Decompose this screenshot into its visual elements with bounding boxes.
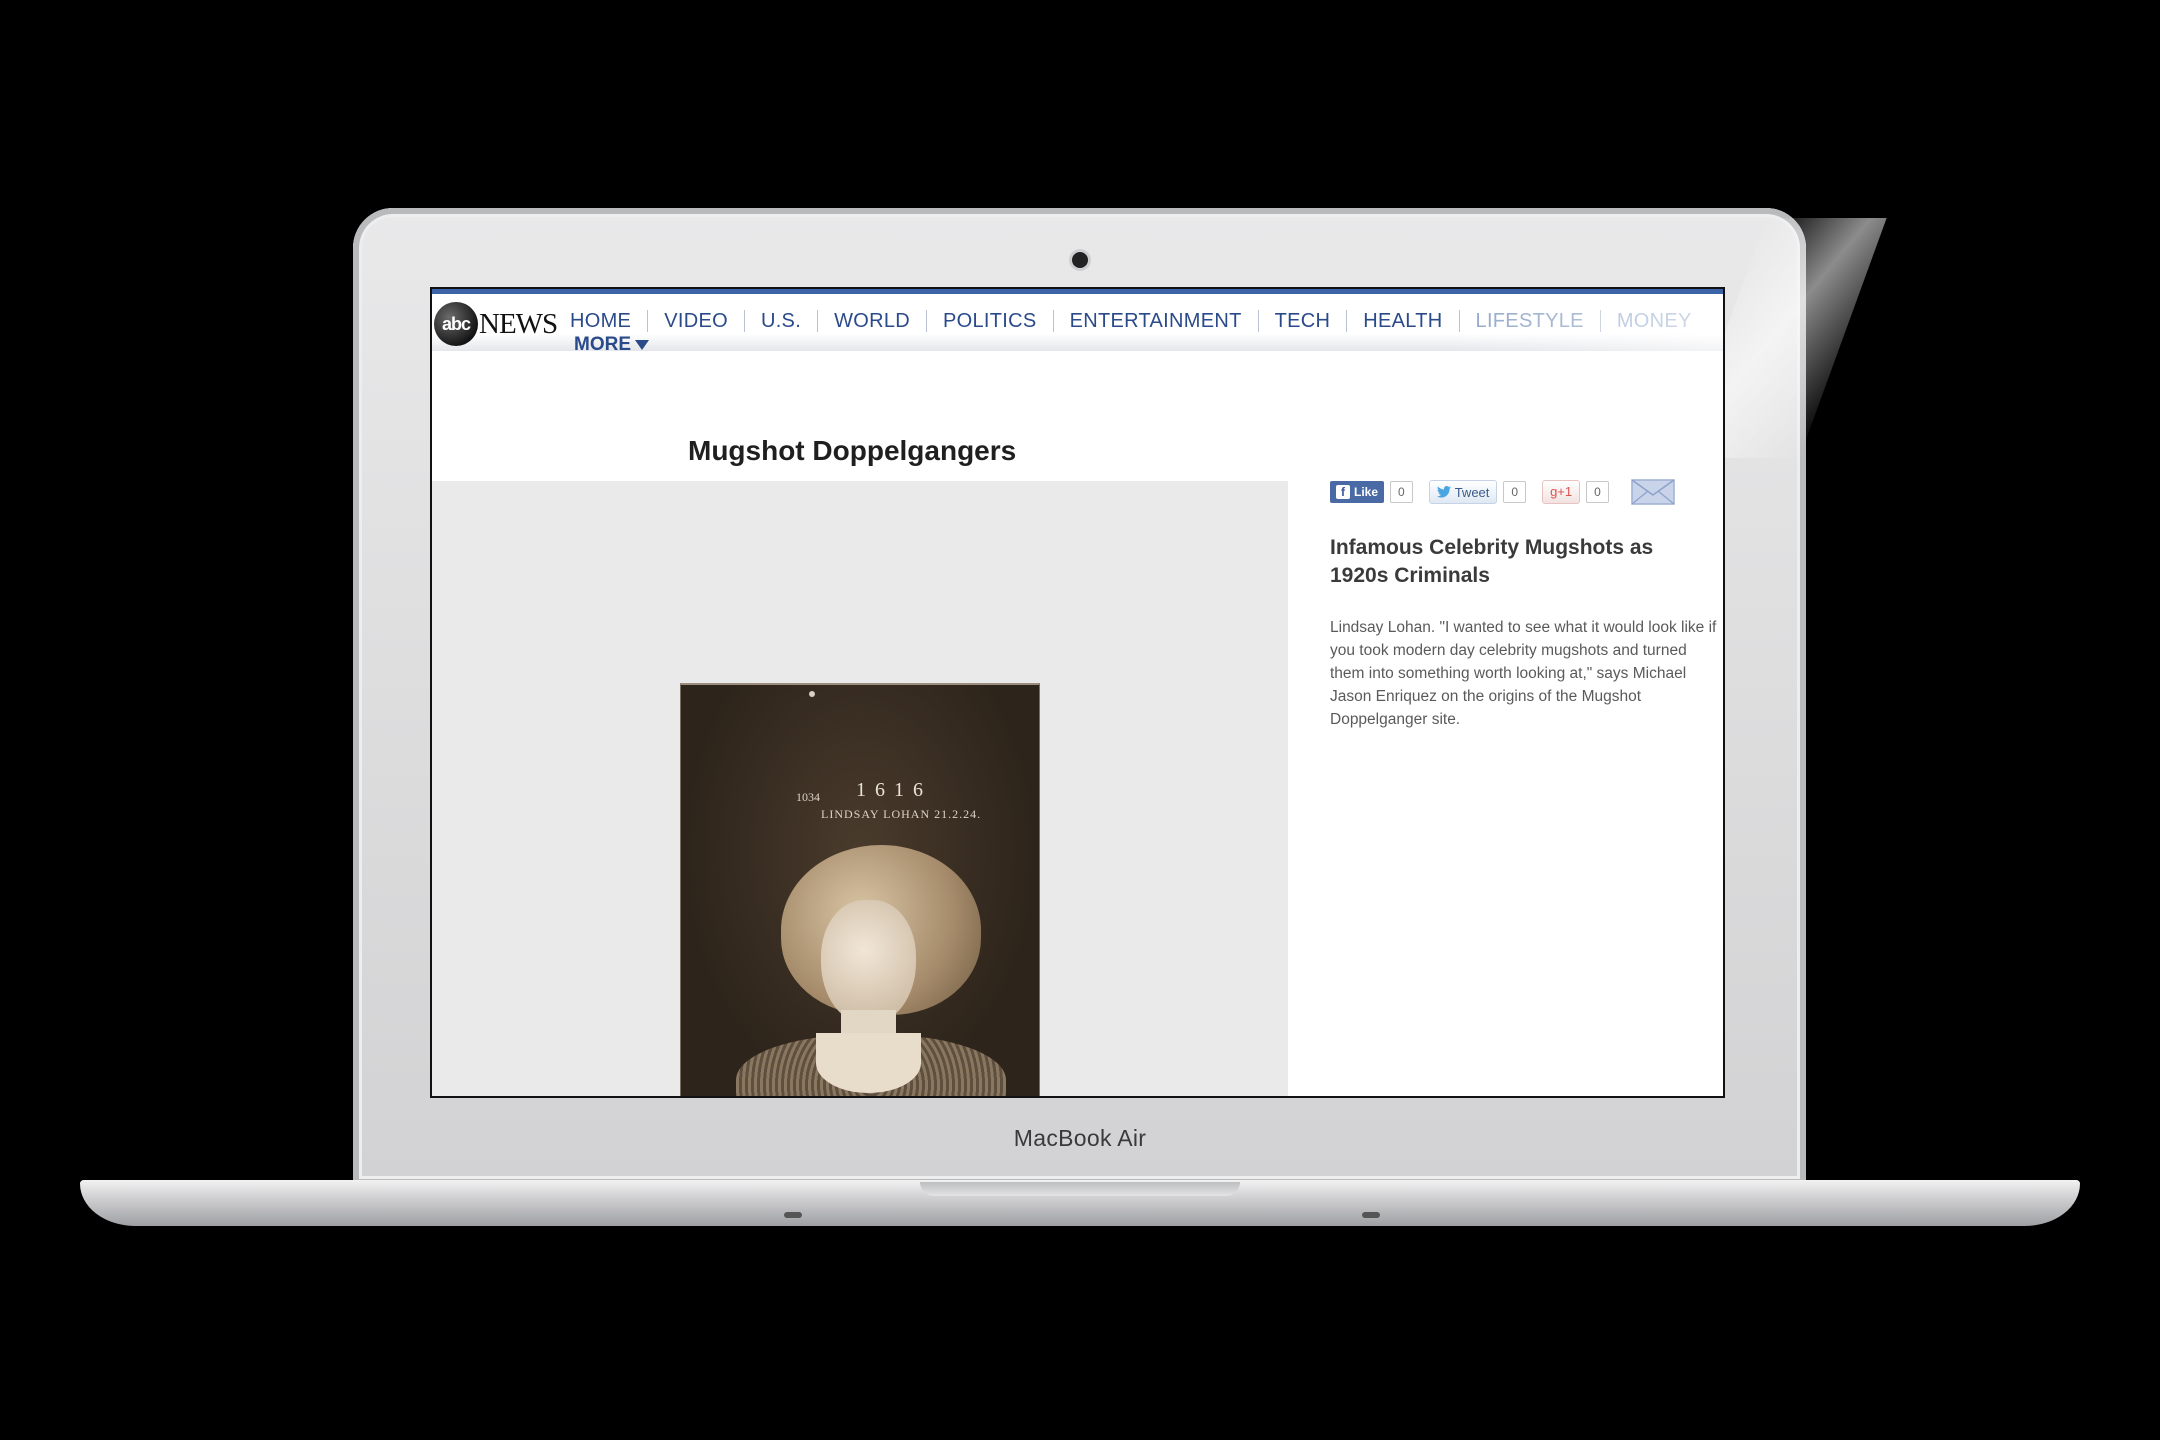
facebook-like-button[interactable]: f Like: [1330, 481, 1385, 503]
share-bar: f Like 0 Tweet 0 g+1 0: [1330, 479, 1675, 505]
article-description: Lindsay Lohan. "I wanted to see what it …: [1330, 619, 1717, 728]
article-title[interactable]: Infamous Celebrity Mugshots as 1920s Cri…: [1330, 534, 1660, 590]
device-brand-label: MacBook Air: [1013, 1125, 1147, 1151]
browser-viewport: abc NEWS HOME VIDEO U.S. WORLD POLITICS …: [430, 287, 1725, 1098]
page-title: Mugshot Doppelgangers: [688, 435, 1017, 466]
photo-number: 1 6 1 6: [856, 779, 925, 801]
email-icon[interactable]: [1631, 479, 1675, 505]
camera-icon: [1072, 252, 1088, 268]
nav-item-politics[interactable]: POLITICS: [927, 310, 1054, 332]
nav-item-home[interactable]: HOME: [570, 310, 649, 332]
nav-item-health[interactable]: HEALTH: [1347, 310, 1460, 332]
nav-more-label: MORE: [574, 334, 631, 355]
nav-item-money[interactable]: MONEY: [1601, 310, 1708, 332]
main-nav: HOME VIDEO U.S. WORLD POLITICS ENTERTAIN…: [570, 310, 1708, 332]
photo-face: [821, 900, 916, 1025]
tweet-count: 0: [1503, 481, 1527, 503]
google-plus-button[interactable]: g+1: [1542, 480, 1581, 504]
photo-pin: [809, 691, 815, 697]
laptop-notch: [920, 1182, 1240, 1196]
tweet-label: Tweet: [1454, 484, 1490, 500]
nav-item-us[interactable]: U.S.: [745, 310, 819, 332]
nav-item-video[interactable]: VIDEO: [648, 310, 745, 332]
facebook-icon: f: [1336, 485, 1350, 499]
envelope-icon: [1631, 479, 1675, 505]
google-plus-count: 0: [1586, 481, 1609, 503]
photo-caption: LINDSAY LOHAN 21.2.24.: [821, 807, 982, 821]
photo-id: 1034: [796, 790, 820, 804]
nav-item-tech[interactable]: TECH: [1259, 310, 1348, 332]
like-label: Like: [1354, 485, 1379, 499]
news-logo-word: NEWS: [479, 307, 558, 340]
nav-more-button[interactable]: MORE: [574, 334, 649, 356]
abc-news-logo[interactable]: abc NEWS: [434, 302, 558, 346]
photo-chest: [816, 1033, 921, 1093]
caret-down-icon: [635, 339, 649, 350]
mugshot-photo[interactable]: 1034 1 6 1 6 LINDSAY LOHAN 21.2.24.: [680, 683, 1040, 1096]
tweet-button[interactable]: Tweet: [1428, 480, 1498, 504]
twitter-bird-icon: [1436, 486, 1451, 498]
nav-item-world[interactable]: WORLD: [818, 310, 928, 332]
laptop-foot: [1362, 1212, 1380, 1218]
abc-logo-mark: abc: [434, 302, 478, 346]
like-count: 0: [1390, 481, 1413, 503]
site-header: abc NEWS HOME VIDEO U.S. WORLD POLITICS …: [432, 289, 1723, 355]
laptop-foot: [784, 1212, 802, 1218]
nav-item-lifestyle[interactable]: LIFESTYLE: [1460, 310, 1601, 332]
nav-item-entertainment[interactable]: ENTERTAINMENT: [1054, 310, 1259, 332]
